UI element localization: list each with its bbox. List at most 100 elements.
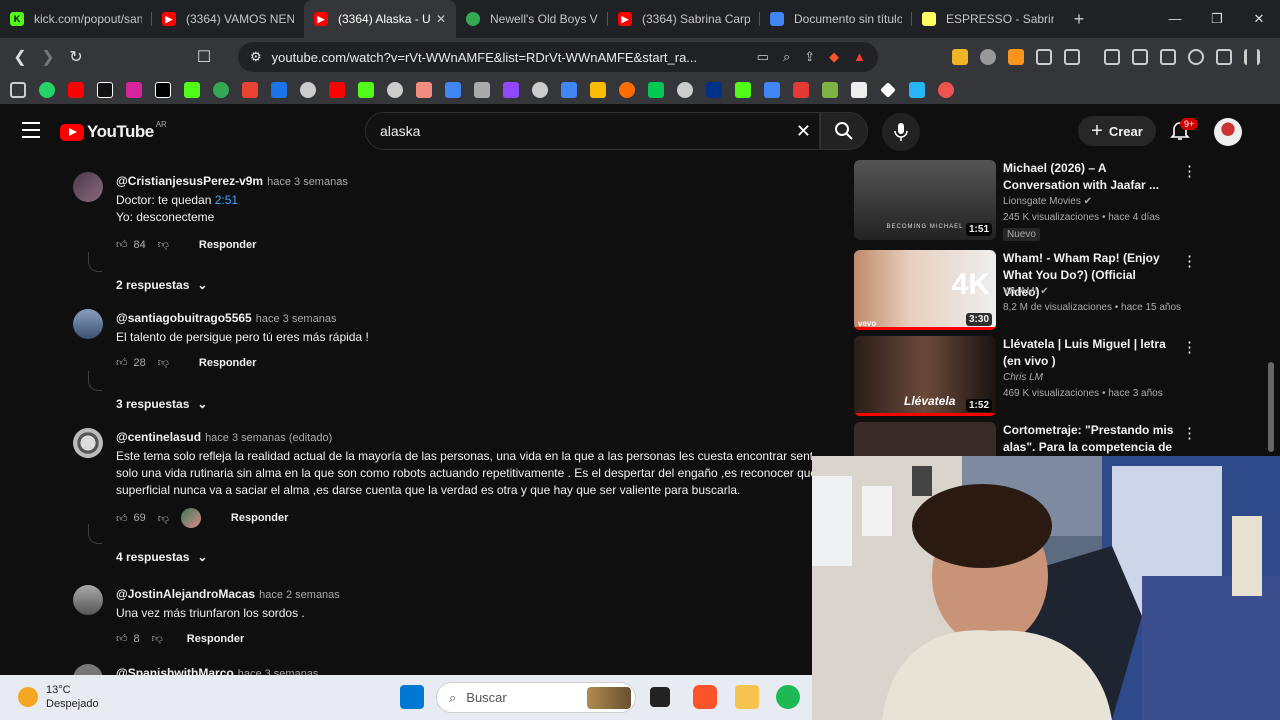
voice-search-button[interactable] (882, 113, 920, 151)
photos-icon[interactable] (416, 82, 432, 98)
paypal-icon[interactable] (706, 82, 722, 98)
share-icon[interactable]: ⇪ (804, 49, 815, 65)
more-options-icon[interactable]: ⋮ (1182, 424, 1197, 442)
close-tab-icon[interactable]: ✕ (436, 12, 446, 26)
file-explorer-icon[interactable] (735, 685, 759, 709)
gmail-icon[interactable] (242, 82, 258, 98)
avatar[interactable] (73, 172, 103, 202)
openai-icon[interactable] (532, 82, 548, 98)
timestamp-link[interactable]: 2:51 (215, 193, 238, 207)
file-icon[interactable] (851, 82, 867, 98)
kick-icon[interactable] (184, 82, 200, 98)
x-icon[interactable] (155, 82, 171, 98)
kick-icon[interactable] (735, 82, 751, 98)
puzzle-icon[interactable] (1036, 49, 1052, 65)
avatar[interactable] (73, 585, 103, 615)
dislike-icon[interactable]: 👎︎ (152, 632, 163, 645)
youtube-icon[interactable] (68, 82, 84, 98)
kick-icon[interactable] (358, 82, 374, 98)
play-ext-icon[interactable] (1008, 49, 1024, 65)
grid-icon[interactable] (445, 82, 461, 98)
circle-icon[interactable] (387, 82, 403, 98)
link-icon[interactable] (474, 82, 490, 98)
taskbar-search[interactable]: ⌕ Buscar (436, 682, 636, 713)
d-icon[interactable] (648, 82, 664, 98)
instagram-icon[interactable] (126, 82, 142, 98)
wallet-icon[interactable] (952, 49, 968, 65)
video-title[interactable]: Cortometraje: "Prestando mis alas". Para… (1003, 422, 1175, 460)
reply-button[interactable]: Responder (231, 512, 288, 524)
channel-name[interactable]: WHAM! ✔ (1003, 286, 1049, 297)
spotify-icon[interactable] (776, 685, 800, 709)
video-title[interactable]: Michael (2026) – A Conversation with Jaa… (1003, 160, 1175, 194)
more-options-icon[interactable]: ⋮ (1182, 162, 1197, 180)
media-icon[interactable] (980, 49, 996, 65)
tab-espresso[interactable]: ESPRESSO - Sabrina C (912, 0, 1064, 38)
like-icon[interactable]: 👍︎ (116, 238, 128, 251)
recommended-video[interactable]: Llévatela 1:52 Llévatela | Luis Miguel |… (854, 336, 1200, 420)
cast-icon[interactable]: ▭ (757, 49, 769, 65)
leo-icon[interactable] (1188, 49, 1204, 65)
like-icon[interactable]: 👍︎ (116, 632, 128, 645)
arrow-down-icon[interactable] (909, 82, 925, 98)
reply-button[interactable]: Responder (199, 239, 256, 251)
docs-icon[interactable] (764, 82, 780, 98)
record-icon[interactable] (938, 82, 954, 98)
tab-sabrina[interactable]: ▶ (3364) Sabrina Carper (608, 0, 760, 38)
video-thumbnail[interactable]: Llévatela 1:52 (854, 336, 996, 416)
dislike-icon[interactable]: 👎︎ (158, 238, 169, 251)
comment-author[interactable]: @JostinAlejandroMacas (116, 587, 255, 601)
docs-icon[interactable] (561, 82, 577, 98)
maximize-icon[interactable]: ❐ (1196, 0, 1238, 38)
view-replies-button[interactable]: 4 respuestas ⌄ (116, 550, 207, 564)
like-icon[interactable]: 👍︎ (116, 512, 128, 525)
brave-browser-icon[interactable] (693, 685, 717, 709)
diamond-icon[interactable] (880, 82, 896, 98)
reply-button[interactable]: Responder (187, 633, 244, 645)
reload-icon[interactable]: ↻ (62, 47, 90, 67)
channel-name[interactable]: Lionsgate Movies ✔ (1003, 196, 1092, 207)
minimize-icon[interactable]: — (1154, 0, 1196, 38)
download-icon[interactable] (822, 82, 838, 98)
tab-vamos-nena[interactable]: ▶ (3364) VAMOS NENA (152, 0, 304, 38)
forward-icon[interactable]: ❯ (34, 47, 62, 67)
dot-icon[interactable] (619, 82, 635, 98)
tab-kick[interactable]: K kick.com/popout/sant (0, 0, 152, 38)
hamburger-menu-icon[interactable] (22, 122, 40, 143)
comment-author[interactable]: @santiagobuitrago5565 (116, 311, 252, 325)
translate-icon[interactable] (271, 82, 287, 98)
scrollbar[interactable] (1268, 362, 1274, 452)
video-title[interactable]: Llévatela | Luis Miguel | letra (en vivo… (1003, 336, 1175, 370)
menu-icon[interactable] (1244, 49, 1260, 65)
recommended-video[interactable]: 4K vevo 3:30 Wham! - Wham Rap! (Enjoy Wh… (854, 250, 1200, 334)
reply-button[interactable]: Responder (199, 357, 256, 369)
pdf-icon[interactable] (793, 82, 809, 98)
dislike-icon[interactable]: 👎︎ (158, 356, 169, 369)
windows-start-icon[interactable] (400, 685, 424, 709)
twitch-icon[interactable] (503, 82, 519, 98)
comment-author[interactable]: @CristianjesusPerez-v9m (116, 174, 263, 188)
avatar[interactable] (73, 309, 103, 339)
recommended-video[interactable]: BECOMING MICHAEL 1:51 Michael (2026) – A… (854, 160, 1200, 244)
brave-shield-icon[interactable]: ◆ (829, 49, 839, 65)
sidebar-icon[interactable] (1132, 49, 1148, 65)
clear-search-icon[interactable]: ✕ (796, 121, 811, 142)
search-button[interactable] (820, 112, 868, 150)
view-replies-button[interactable]: 3 respuestas ⌄ (116, 397, 207, 411)
music-icon[interactable] (1104, 49, 1120, 65)
close-window-icon[interactable]: ✕ (1238, 0, 1280, 38)
task-view-icon[interactable] (650, 687, 670, 707)
recommended-video[interactable]: Cortometraje: "Prestando mis alas". Para… (854, 422, 1200, 460)
dislike-icon[interactable]: 👎︎ (158, 512, 169, 525)
football-icon[interactable] (213, 82, 229, 98)
weather-widget[interactable]: 13°C Despejado (18, 683, 99, 711)
drive-icon[interactable] (590, 82, 606, 98)
vpn-icon[interactable] (1216, 49, 1232, 65)
screenshot-icon[interactable] (1064, 49, 1080, 65)
video-thumbnail[interactable]: 4K vevo 3:30 (854, 250, 996, 330)
site-info-icon[interactable]: ⚙ (250, 49, 262, 65)
account-avatar[interactable] (1214, 118, 1242, 146)
video-thumbnail[interactable]: BECOMING MICHAEL 1:51 (854, 160, 996, 240)
more-options-icon[interactable]: ⋮ (1182, 252, 1197, 270)
new-tab-button[interactable]: + (1064, 9, 1094, 30)
